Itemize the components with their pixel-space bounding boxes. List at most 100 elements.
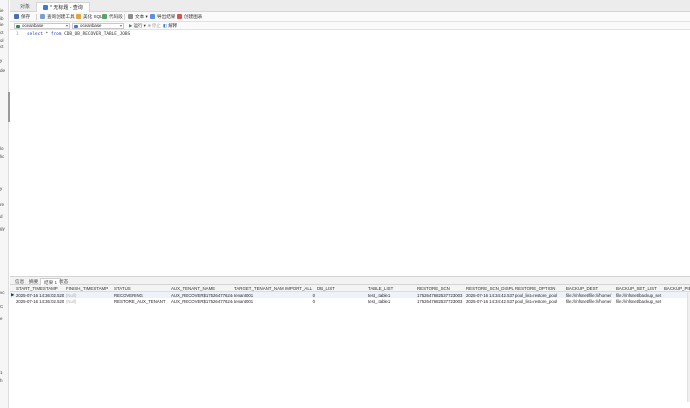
table-cell[interactable]: 1752647682537723003 [417, 299, 464, 304]
sidebar-label-fragment: ie [0, 8, 4, 13]
sql-code-line[interactable]: select * from CDB_OB_RECOVER_TABLE_JOBS [27, 32, 130, 37]
table-cell[interactable]: file:///nfsnet/backup_set file:///home [616, 293, 662, 298]
sidebar-label-fragment: ct [0, 30, 4, 35]
column-header[interactable]: FINISH_TIMESTAMP [66, 286, 112, 291]
create-chart-button[interactable]: 创建图表 [177, 13, 202, 21]
column-header[interactable]: RESTORE_SCN [417, 286, 464, 291]
query-builder-icon [40, 14, 45, 19]
chevron-down-icon: ▾ [119, 23, 122, 28]
column-header[interactable]: RESTORE_OPTION [515, 286, 564, 291]
chevron-down-icon: ▾ [144, 14, 148, 19]
table-cell[interactable]: (Null) [66, 299, 112, 304]
table-cell[interactable]: file:///nfsnet/file:///home/ [566, 293, 614, 298]
export-results-button[interactable]: 导出结果 [150, 13, 175, 21]
database-select[interactable]: oceanbase ▾ [72, 23, 124, 29]
sidebar-label-fragment: vc [0, 290, 5, 295]
column-header[interactable]: RESTORE_SCN_DISPLAY [466, 286, 514, 291]
table-cell[interactable]: file:///nfsnet/file:///home/ [566, 299, 614, 304]
table-cell[interactable]: test_.table1 [368, 299, 414, 304]
sql-star: * [45, 32, 49, 37]
column-header[interactable]: START_TIMESTAMP [16, 286, 64, 291]
table-cell[interactable]: 2025-07-16 14:34:42.537 [466, 293, 514, 298]
tab-summary[interactable]: 摘要 [26, 278, 41, 285]
table-cell[interactable]: pool_list=restore_pool [515, 299, 564, 304]
column-header[interactable]: IMPORT_ALL [285, 286, 315, 291]
sidebar-label-fragment: e [0, 316, 3, 321]
table-cell[interactable]: 1752647682537723003 [417, 293, 464, 298]
text-icon [128, 14, 133, 19]
stop-button[interactable]: ■ 停止 [148, 23, 161, 29]
snippet-icon [102, 14, 107, 19]
query-builder-button[interactable]: 查询创建工具 [40, 13, 75, 21]
table-cell[interactable]: (Null) [66, 293, 112, 298]
tab-info[interactable]: 信息 [12, 278, 27, 285]
connection-icon [16, 25, 20, 28]
connection-select[interactable]: oceanbase ▾ [14, 23, 70, 29]
column-header[interactable]: BACKUP_SET_LIST [616, 286, 662, 291]
table-cell[interactable]: 0 [285, 293, 315, 298]
table-cell[interactable]: pool_list=restore_pool [515, 293, 564, 298]
tab-objects[interactable]: 对象 [14, 2, 36, 12]
sidebar-label-fragment: ct [0, 44, 4, 49]
tab-bar: 对象 * 无标题 - 查询 [10, 0, 690, 12]
line-number: 1 [16, 32, 19, 37]
sql-keyword-select: select [27, 32, 43, 37]
column-header[interactable]: TABLE_LIST [368, 286, 414, 291]
sidebar-label-fragment: gy [0, 226, 5, 231]
toolbar-divider [124, 14, 125, 20]
export-icon [150, 14, 155, 19]
column-header[interactable]: TARGET_TENANT_NAME [234, 286, 284, 291]
table-cell[interactable]: 2025-07-16 14:36:02.520 [16, 299, 64, 304]
table-cell[interactable]: file:///nfsnet/backup_set file:///home [616, 299, 662, 304]
save-button[interactable]: 保存 [14, 13, 30, 21]
line-gutter: 1 [10, 30, 26, 276]
sidebar-label-fragment: y [0, 58, 3, 63]
sidebar-label-fragment: y [0, 186, 3, 191]
sidebar-label-fragment: de [0, 68, 6, 73]
sidebar-label-fragment: lic [0, 154, 5, 159]
table-cell[interactable]: AUX_RECOVER$1752647762441 [171, 293, 233, 298]
grid-header: START_TIMESTAMP FINISH_TIMESTAMP STATUS AUX… [10, 285, 690, 292]
explain-button[interactable]: ◧ 解释 [163, 23, 177, 29]
code-snippet-button[interactable]: 代码段 [102, 13, 123, 21]
sidebar-label-fragment: ol [0, 38, 4, 43]
table-row[interactable]: 2025-07-16 14:36:02.520 (Null) RESTORE_AUX… [10, 298, 690, 304]
sidebar-label-fragment: ib [0, 16, 4, 21]
tab-status[interactable]: 状态 [56, 278, 71, 285]
run-button[interactable]: ▶ 运行 ▾ [129, 23, 146, 29]
column-header[interactable]: BACKUP_DEST [566, 286, 614, 291]
column-header[interactable]: STATUS [114, 286, 169, 291]
column-header[interactable]: DB_LIST [317, 286, 365, 291]
toolbar-divider [36, 14, 37, 20]
table-cell[interactable]: AUX_RECOVER$1752647762441 [171, 299, 233, 304]
beautify-sql-button[interactable]: 美化 SQL [76, 13, 103, 21]
table-cell[interactable]: tenant001 [234, 293, 284, 298]
database-icon [74, 25, 78, 28]
result-grid[interactable]: START_TIMESTAMP FINISH_TIMESTAMP STATUS AUX… [10, 285, 690, 408]
tab-query[interactable]: * 无标题 - 查询 [36, 2, 90, 12]
connection-bar: oceanbase ▾ oceanbase ▾ ▶ 运行 ▾ ■ 停止 ◧ 解释 [10, 22, 690, 30]
table-cell[interactable]: 0 [285, 299, 315, 304]
text-mode-button[interactable]: 文本 ▾ [128, 13, 148, 21]
table-cell[interactable]: 2025-07-16 14:34:42.537 [466, 299, 514, 304]
result-tab-bar: 信息 摘要 结果 1 状态 [10, 276, 690, 285]
sidebar-label-fragment: h [0, 378, 3, 383]
sidebar-label-fragment: 1 [0, 370, 3, 375]
sidebar-label-fragment: lo [0, 146, 4, 151]
chevron-down-icon: ▾ [65, 23, 68, 28]
save-icon [14, 14, 19, 19]
table-cell[interactable]: RECOVERING [114, 293, 169, 298]
column-header[interactable]: AUX_TENANT_NAME [171, 286, 233, 291]
table-cell[interactable]: tenant001 [234, 299, 284, 304]
table-cell[interactable]: RESTORE_AUX_TENANT [114, 299, 169, 304]
sql-table-name: CDB_OB_RECOVER_TABLE_JOBS [64, 32, 131, 37]
sidebar-label-fragment: re [0, 202, 5, 207]
sidebar-label-fragment: d [0, 214, 3, 219]
column-header[interactable]: BACKUP_PIE [664, 286, 690, 291]
table-cell[interactable]: test_.table1 [368, 293, 414, 298]
sidebar-label-fragment: C [0, 304, 4, 309]
sql-editor[interactable]: 1 select * from CDB_OB_RECOVER_TABLE_JOB… [10, 30, 690, 276]
table-cell[interactable]: 2025-07-16 14:36:02.520 [16, 293, 64, 298]
beautify-icon [76, 14, 81, 19]
sql-keyword-from: from [50, 32, 62, 37]
